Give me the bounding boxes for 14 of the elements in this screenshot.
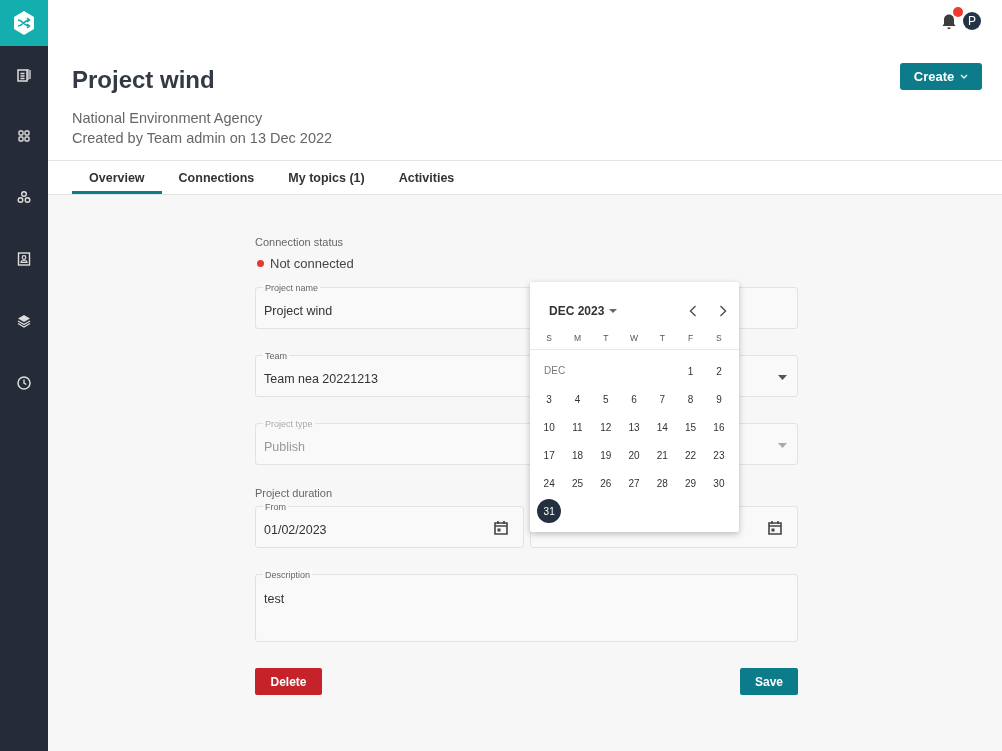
duration-label: Project duration: [255, 487, 334, 499]
month-label: DEC: [544, 365, 566, 376]
weekday-label: F: [687, 333, 695, 343]
organization-name: National Environment Agency: [72, 109, 264, 128]
connection-status-label: Connection status: [255, 236, 345, 248]
created-info: Created by Team admin on 13 Dec 2022: [72, 129, 333, 148]
weekday-label: T: [658, 333, 666, 343]
status-text: Not connected: [270, 256, 354, 271]
weekday-label: T: [602, 333, 610, 343]
project-title: Project wind: [72, 66, 216, 94]
weekday-label: S: [545, 333, 553, 343]
weekday-label: S: [715, 333, 723, 343]
weekday-label: W: [629, 333, 640, 343]
weekday-label: M: [572, 333, 582, 343]
